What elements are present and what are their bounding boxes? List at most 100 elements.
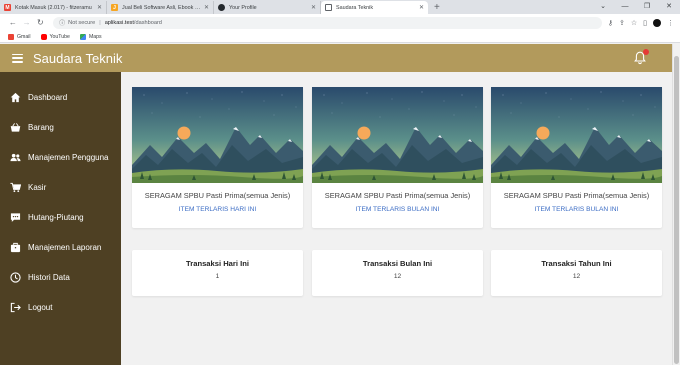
landscape-image — [132, 87, 303, 183]
maximize-icon[interactable]: ❐ — [636, 0, 658, 14]
product-card: SERAGAM SPBU Pasti Prima(semua Jenis) IT… — [491, 87, 662, 228]
sidebar-item-label: Barang — [28, 123, 54, 132]
browser-tab[interactable]: Your Profile ✕ — [214, 1, 321, 14]
url-path: /dashboard — [133, 19, 162, 26]
browser-tab-title: Your Profile — [229, 4, 257, 11]
browser-tab-active[interactable]: Saudara Teknik ✕ — [321, 1, 428, 14]
sidebar-item-kasir[interactable]: Kasir — [10, 182, 46, 193]
chevron-down-icon[interactable]: ⌄ — [592, 0, 614, 14]
gmail-icon — [8, 33, 14, 40]
url-text: aplikasi.test/dashboard — [105, 20, 162, 26]
star-icon[interactable]: ☆ — [631, 19, 637, 27]
sidebar-item-label: Histori Data — [28, 273, 70, 282]
browser-tab[interactable]: M Kotak Masuk (2.017) - fitzeramu ✕ — [0, 1, 107, 14]
back-arrow-icon[interactable]: ← — [6, 18, 20, 27]
stat-card-tahun-ini: Transaksi Tahun Ini 12 — [491, 250, 662, 296]
basket-icon — [10, 122, 21, 133]
sidebar-item-barang[interactable]: Barang — [10, 122, 54, 133]
product-name: SERAGAM SPBU Pasti Prima(semua Jenis) — [144, 191, 291, 200]
sidebar-item-label: Manajemen Laporan — [28, 243, 102, 252]
product-name: SERAGAM SPBU Pasti Prima(semua Jenis) — [503, 191, 650, 200]
menu-dots-icon[interactable]: ⋮ — [667, 19, 674, 27]
stat-card-hari-ini: Transaksi Hari Ini 1 — [132, 250, 303, 296]
stat-value: 12 — [393, 273, 402, 280]
sidebar-item-label: Hutang-Piutang — [28, 213, 84, 222]
bookmark-maps[interactable]: Maps — [79, 33, 102, 40]
key-icon[interactable]: ⚷ — [608, 19, 613, 27]
bookmark-youtube[interactable]: YouTube — [40, 33, 70, 40]
url-separator: | — [99, 19, 101, 26]
stat-title: Transaksi Hari Ini — [186, 259, 249, 268]
sidepanel-icon[interactable]: ▯ — [643, 19, 647, 27]
gmail-favicon-icon: M — [4, 4, 11, 11]
comment-icon — [10, 212, 21, 223]
bookmark-label: YouTube — [49, 33, 70, 40]
sidebar-item-manajemen-laporan[interactable]: Manajemen Laporan — [10, 242, 101, 253]
sidebar-item-histori-data[interactable]: Histori Data — [10, 272, 70, 283]
clock-icon — [10, 272, 21, 283]
bookmark-label: Maps — [88, 33, 102, 40]
close-tab-icon[interactable]: ✕ — [419, 4, 424, 11]
product-name: SERAGAM SPBU Pasti Prima(semua Jenis) — [324, 191, 471, 200]
close-tab-icon[interactable]: ✕ — [97, 4, 102, 11]
profile-avatar[interactable] — [653, 18, 662, 27]
home-icon — [10, 92, 21, 103]
sidebar-item-label: Kasir — [28, 183, 47, 192]
browser-tab-title: Saudara Teknik — [336, 4, 374, 11]
app-header: Saudara Teknik — [0, 44, 672, 72]
stat-title: Transaksi Tahun Ini — [541, 259, 612, 268]
notification-button[interactable] — [634, 49, 649, 65]
github-favicon-icon — [218, 4, 225, 11]
app-brand: Saudara Teknik — [33, 50, 123, 66]
window-controls: ⌄ — ❐ ✕ — [592, 0, 680, 14]
browser-tab-title: Jual Beli Software Asli, Ebook dan — [122, 4, 201, 11]
new-tab-button[interactable]: + — [428, 1, 446, 14]
sidebar-item-manajemen-pengguna[interactable]: Manajemen Pengguna — [10, 152, 109, 163]
users-icon — [10, 152, 21, 163]
sidebar: Dashboard Barang Manajemen Pengguna Kasi… — [0, 72, 121, 365]
toolbar-right: ⚷ ⇪ ☆ ▯ ⋮ — [602, 18, 674, 27]
stat-title: Transaksi Bulan Ini — [362, 259, 433, 268]
sidebar-item-logout[interactable]: Logout — [10, 302, 52, 313]
bookmarks-bar: Gmail YouTube Maps — [0, 31, 680, 43]
best-seller-link[interactable]: ITEM TERLARIS HARI INI — [132, 206, 303, 213]
best-seller-link[interactable]: ITEM TERLARIS BULAN INI — [312, 206, 483, 213]
url-input[interactable]: ⓘ Not secure | aplikasi.test/dashboard — [53, 16, 602, 29]
best-seller-link[interactable]: ITEM TERLARIS BULAN INI — [491, 206, 662, 213]
sidebar-item-label: Dashboard — [28, 93, 68, 102]
page-favicon-icon — [325, 4, 332, 11]
page-scrollbar[interactable] — [672, 44, 680, 365]
hamburger-menu-icon[interactable] — [12, 53, 23, 63]
briefcase-icon — [10, 242, 21, 253]
sidebar-item-label: Logout — [28, 303, 53, 312]
forward-arrow-icon[interactable]: → — [20, 18, 34, 27]
info-icon[interactable]: ⓘ — [59, 18, 65, 27]
share-icon[interactable]: ⇪ — [619, 19, 625, 27]
bookmark-gmail[interactable]: Gmail — [8, 33, 31, 40]
notification-badge — [643, 49, 649, 55]
url-host: aplikasi.test — [104, 19, 134, 26]
landscape-image — [312, 87, 483, 183]
browser-tab-title: Kotak Masuk (2.017) - fitzeramu — [15, 4, 92, 11]
stat-value: 12 — [572, 273, 581, 280]
sidebar-item-label: Manajemen Pengguna — [28, 153, 109, 162]
minimize-icon[interactable]: — — [614, 0, 636, 14]
browser-tab-strip: M Kotak Masuk (2.017) - fitzeramu ✕ J Ju… — [0, 0, 680, 14]
scrollbar-thumb[interactable] — [674, 56, 679, 364]
product-card: SERAGAM SPBU Pasti Prima(semua Jenis) IT… — [132, 87, 303, 228]
youtube-icon — [40, 33, 47, 40]
browser-tab[interactable]: J Jual Beli Software Asli, Ebook dan ✕ — [107, 1, 214, 14]
product-card: SERAGAM SPBU Pasti Prima(semua Jenis) IT… — [312, 87, 483, 228]
address-bar-row: ← → ↻ ⓘ Not secure | aplikasi.test/dashb… — [0, 14, 680, 31]
stat-card-bulan-ini: Transaksi Bulan Ini 12 — [312, 250, 483, 296]
sidebar-item-dashboard[interactable]: Dashboard — [10, 92, 67, 103]
maps-icon — [79, 33, 86, 40]
site-favicon-icon: J — [111, 4, 118, 11]
close-window-icon[interactable]: ✕ — [658, 0, 680, 14]
sidebar-item-hutang-piutang[interactable]: Hutang-Piutang — [10, 212, 84, 223]
close-tab-icon[interactable]: ✕ — [311, 4, 316, 11]
logout-icon — [10, 302, 21, 313]
reload-icon[interactable]: ↻ — [33, 18, 47, 27]
landscape-image — [491, 87, 662, 183]
close-tab-icon[interactable]: ✕ — [204, 4, 209, 11]
